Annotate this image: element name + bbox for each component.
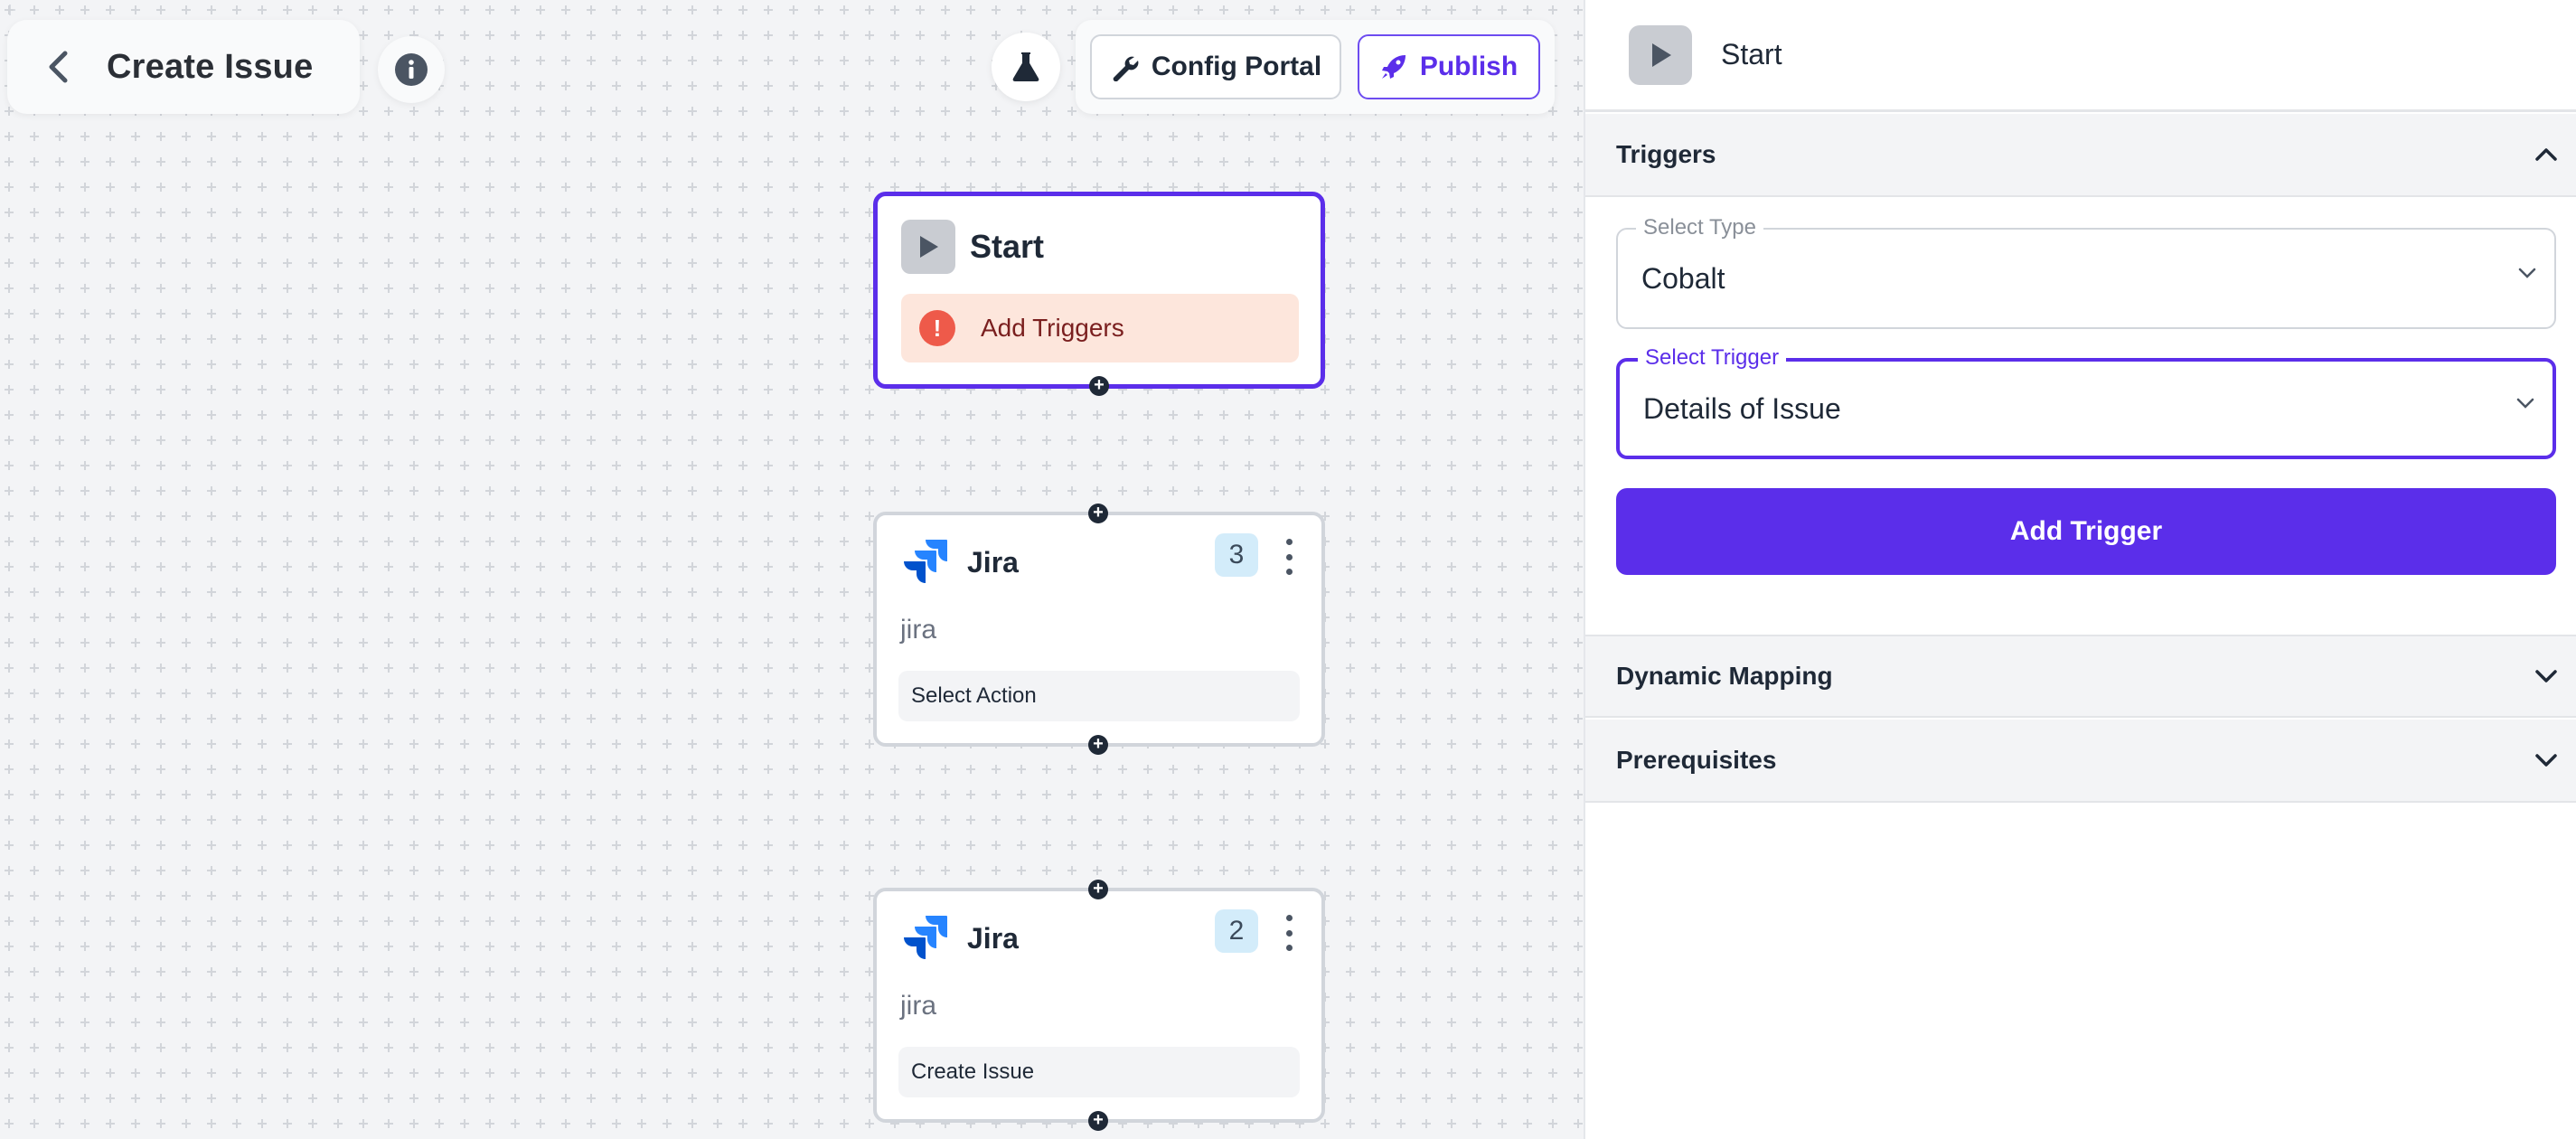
count-badge: 2 — [1215, 909, 1258, 953]
chevron-up-icon — [2535, 148, 2557, 161]
jira-node-subtitle: jira — [900, 615, 937, 645]
jira-node-title: Jira — [967, 921, 1019, 955]
add-trigger-button[interactable]: Add Trigger — [1616, 488, 2556, 575]
select-trigger-value: Details of Issue — [1643, 392, 1841, 425]
input-handle-plus-icon[interactable]: + — [1088, 504, 1108, 523]
kebab-menu-icon[interactable] — [1280, 915, 1298, 951]
canvas-grid — [0, 0, 1584, 1139]
select-action-field[interactable]: Select Action — [898, 671, 1300, 721]
count-badge: 3 — [1215, 533, 1258, 577]
output-handle-plus-icon[interactable]: + — [1089, 376, 1109, 396]
jira-node-header: Jira — [898, 535, 1019, 589]
add-triggers-label: Add Triggers — [981, 314, 1124, 342]
jira-logo-icon — [904, 916, 948, 959]
select-trigger-dropdown[interactable]: Select Trigger Details of Issue — [1616, 345, 2556, 459]
title-pill: Create Issue — [7, 20, 360, 114]
workflow-canvas[interactable]: Create Issue Config Portal Publish Start… — [0, 0, 1584, 1139]
select-type-dropdown[interactable]: Select Type Cobalt — [1616, 215, 2556, 329]
prerequisites-label: Prerequisites — [1616, 746, 1777, 774]
jira-node-header: Jira — [898, 911, 1019, 965]
panel-header: Start — [1585, 0, 2576, 112]
jira-node-title: Jira — [967, 545, 1019, 579]
chevron-down-icon — [2516, 398, 2534, 409]
node-config-panel: Start Triggers Select Type Cobalt Select… — [1584, 0, 2576, 1139]
page-title: Create Issue — [107, 47, 314, 86]
start-node[interactable]: Start ! Add Triggers + — [873, 192, 1325, 396]
prerequisites-section-header[interactable]: Prerequisites — [1585, 720, 2576, 803]
publish-button[interactable]: Publish — [1358, 34, 1540, 99]
triggers-section-label: Triggers — [1616, 140, 1716, 168]
input-handle-plus-icon[interactable]: + — [1088, 880, 1108, 899]
jira-logo-icon — [904, 540, 948, 583]
flask-icon — [1012, 52, 1039, 81]
config-portal-label: Config Portal — [1151, 52, 1322, 81]
chevron-down-icon — [2535, 670, 2557, 682]
output-handle-plus-icon[interactable]: + — [1088, 735, 1108, 755]
kebab-menu-icon[interactable] — [1280, 539, 1298, 575]
test-button[interactable] — [992, 33, 1060, 101]
create-issue-action-field[interactable]: Create Issue — [898, 1047, 1300, 1097]
dynamic-mapping-section-header[interactable]: Dynamic Mapping — [1585, 635, 2576, 718]
chevron-left-icon[interactable] — [40, 49, 76, 85]
chevron-down-icon — [2535, 754, 2557, 767]
jira-node[interactable]: + Jira 2 jira Create Issue + — [873, 880, 1325, 1131]
rocket-icon — [1381, 55, 1406, 79]
info-icon — [395, 53, 428, 86]
panel-title: Start — [1721, 38, 1782, 71]
dynamic-mapping-label: Dynamic Mapping — [1616, 662, 1833, 690]
select-type-label: Select Type — [1636, 215, 1763, 240]
start-node-title: Start — [970, 228, 1045, 265]
play-icon — [901, 220, 955, 274]
output-handle-plus-icon[interactable]: + — [1088, 1111, 1108, 1131]
select-type-value: Cobalt — [1641, 262, 1725, 295]
jira-node[interactable]: + Jira 3 jira Select Action + — [873, 504, 1325, 755]
toolbar-actions: Config Portal Publish — [1076, 20, 1555, 114]
publish-label: Publish — [1419, 52, 1518, 81]
add-triggers-warning[interactable]: ! Add Triggers — [901, 294, 1299, 362]
wrench-icon — [1113, 56, 1139, 81]
info-button[interactable] — [378, 36, 445, 103]
start-node-header: Start — [901, 220, 1044, 274]
jira-node-subtitle: jira — [900, 991, 937, 1021]
alert-icon: ! — [919, 310, 955, 346]
select-trigger-label: Select Trigger — [1638, 345, 1787, 371]
config-portal-button[interactable]: Config Portal — [1090, 34, 1341, 99]
triggers-section-header[interactable]: Triggers — [1585, 114, 2576, 197]
play-icon — [1629, 24, 1692, 85]
chevron-down-icon — [2518, 268, 2536, 278]
